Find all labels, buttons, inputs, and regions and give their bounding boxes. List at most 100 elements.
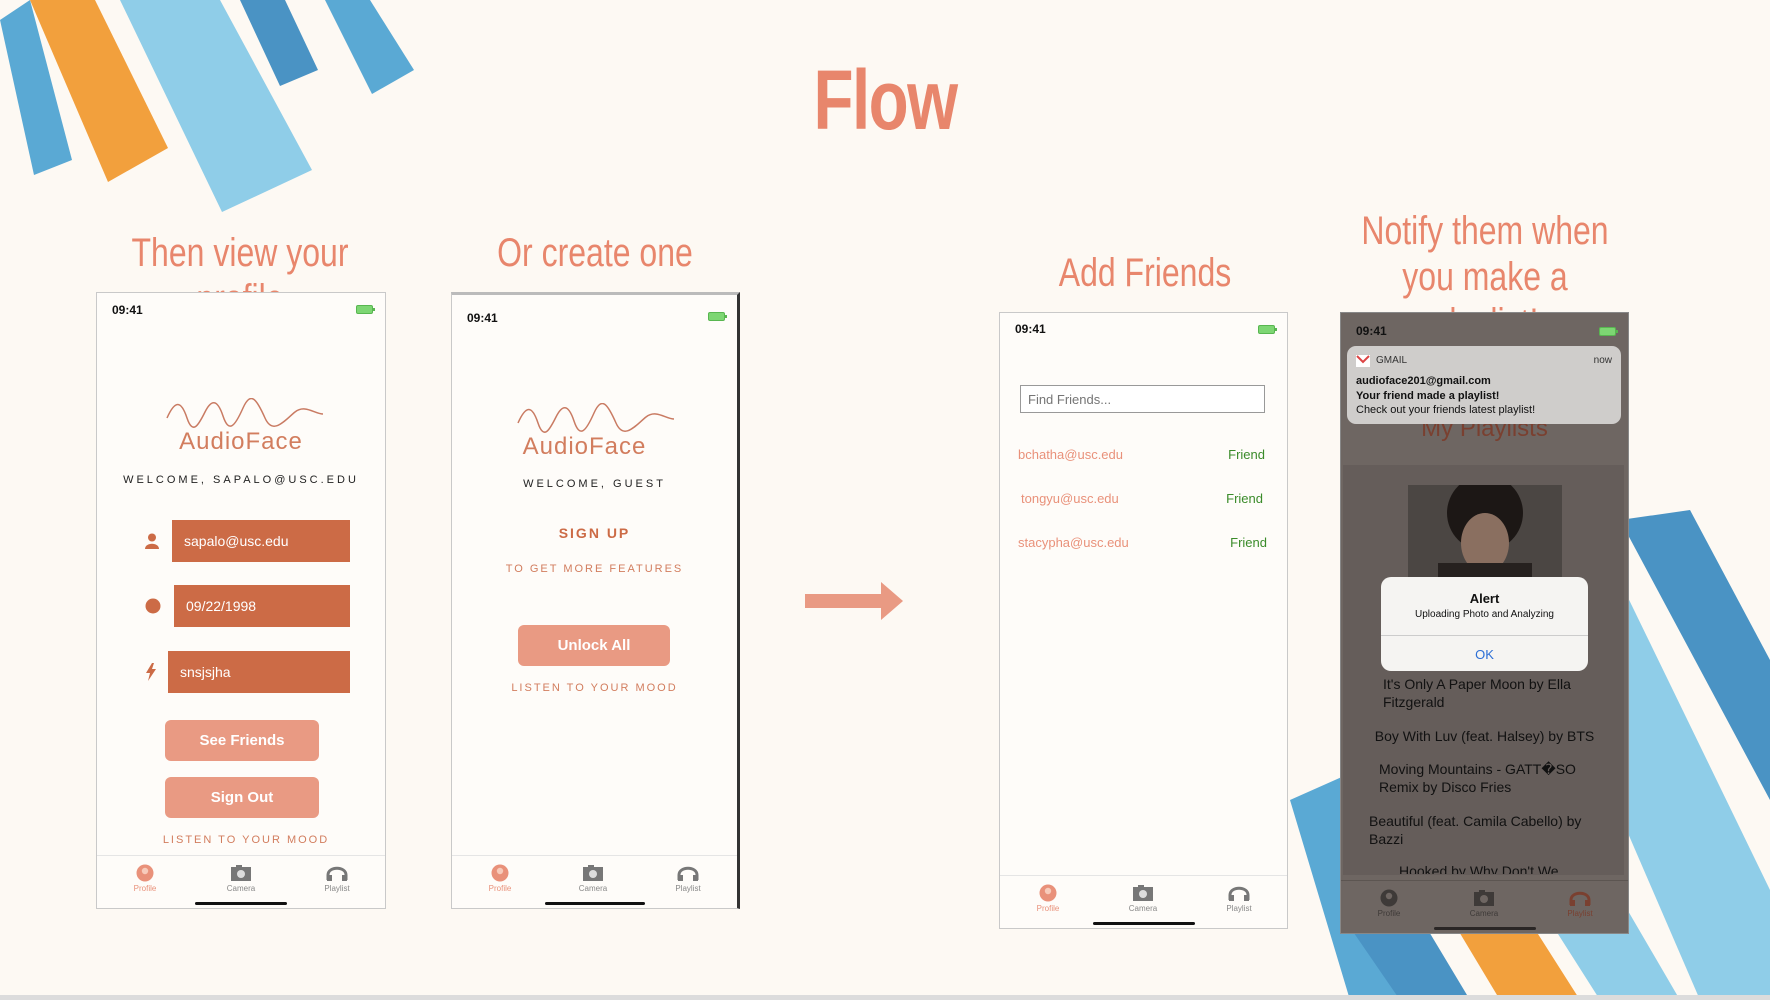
headphones-tab-icon bbox=[677, 866, 699, 881]
song-item[interactable]: Hooked by Why Don't We bbox=[1399, 862, 1606, 874]
waveform-logo-icon bbox=[517, 403, 675, 433]
friend-row[interactable]: tongyu@usc.edu Friend bbox=[1021, 491, 1263, 506]
tab-profile-label: Profile bbox=[488, 884, 512, 893]
unlock-all-button[interactable]: Unlock All bbox=[518, 625, 670, 666]
sign-up-link[interactable]: SIGN UP bbox=[452, 525, 737, 541]
tab-bar: Profile Camera Playlist bbox=[97, 855, 385, 908]
tab-camera[interactable]: Camera bbox=[1454, 889, 1514, 918]
song-item[interactable]: Boy With Luv (feat. Halsey) by BTS bbox=[1363, 727, 1606, 745]
status-time: 09:41 bbox=[1356, 324, 1387, 338]
status-time: 09:41 bbox=[1015, 322, 1046, 336]
friend-status: Friend bbox=[1230, 535, 1267, 550]
phone-guest-screen: 09:41 AudioFace WELCOME, GUEST SIGN UP T… bbox=[451, 292, 740, 909]
headphones-tab-icon bbox=[1228, 886, 1250, 901]
tab-camera[interactable]: Camera bbox=[211, 864, 271, 893]
friend-email: tongyu@usc.edu bbox=[1021, 491, 1119, 506]
phone-profile-screen: 09:41 AudioFace WELCOME, SAPALO@USC.EDU … bbox=[96, 292, 386, 909]
tab-playlist[interactable]: Playlist bbox=[1209, 884, 1269, 913]
user-icon bbox=[145, 533, 159, 549]
tab-profile[interactable]: Profile bbox=[470, 864, 530, 893]
friend-row[interactable]: stacypha@usc.edu Friend bbox=[1018, 535, 1267, 550]
home-indicator bbox=[544, 902, 645, 905]
welcome-text: WELCOME, SAPALO@USC.EDU bbox=[123, 474, 359, 486]
tab-playlist[interactable]: Playlist bbox=[658, 864, 718, 893]
alert-ok-button[interactable]: OK bbox=[1381, 647, 1588, 662]
camera-tab-icon bbox=[583, 865, 603, 881]
profile-tab-icon bbox=[1039, 884, 1057, 902]
tab-profile[interactable]: Profile bbox=[1359, 889, 1419, 918]
tab-camera[interactable]: Camera bbox=[563, 864, 623, 893]
tab-playlist[interactable]: Playlist bbox=[1550, 889, 1610, 918]
tab-bar: Profile Camera Playlist bbox=[1000, 875, 1287, 928]
tab-profile[interactable]: Profile bbox=[115, 864, 175, 893]
tab-profile-label: Profile bbox=[133, 884, 157, 893]
gmail-icon bbox=[1356, 355, 1370, 367]
caption-friends: Add Friends bbox=[1058, 251, 1232, 295]
sign-out-button[interactable]: Sign Out bbox=[165, 777, 319, 818]
waveform-logo-icon bbox=[166, 398, 324, 428]
tagline: LISTEN TO YOUR MOOD bbox=[511, 682, 678, 694]
see-friends-button[interactable]: See Friends bbox=[165, 720, 319, 761]
phone-playlist-screen: 09:41 My Playlists It's Only A Paper Moo… bbox=[1340, 312, 1629, 934]
caption-create: Or create one bbox=[497, 231, 693, 275]
welcome-text: WELCOME, GUEST bbox=[523, 478, 666, 490]
find-friends-input[interactable] bbox=[1020, 385, 1265, 413]
friend-row[interactable]: bchatha@usc.edu Friend bbox=[1018, 447, 1265, 462]
bottom-rule bbox=[0, 995, 1770, 1000]
brand-name: AudioFace bbox=[179, 428, 303, 455]
tab-camera-label: Camera bbox=[578, 884, 608, 893]
tab-profile[interactable]: Profile bbox=[1018, 884, 1078, 913]
alert-dialog: Alert Uploading Photo and Analyzing OK bbox=[1381, 577, 1588, 671]
bolt-icon bbox=[146, 663, 156, 681]
alert-message: Uploading Photo and Analyzing bbox=[1415, 609, 1554, 620]
battery-icon bbox=[708, 312, 727, 321]
battery-icon bbox=[356, 305, 375, 314]
page-title: Flow bbox=[813, 53, 959, 147]
tab-playlist-label: Playlist bbox=[675, 884, 701, 893]
profile-tab-icon bbox=[136, 864, 154, 882]
brand-name: AudioFace bbox=[522, 433, 647, 460]
friend-email: stacypha@usc.edu bbox=[1018, 535, 1129, 550]
password-field[interactable]: snsjsjha bbox=[168, 651, 350, 693]
home-indicator bbox=[1092, 922, 1195, 925]
phone-friends-screen: 09:41 bchatha@usc.edu Friend tongyu@usc.… bbox=[999, 312, 1288, 929]
profile-tab-icon bbox=[1380, 889, 1398, 907]
notification-title: Your friend made a playlist! bbox=[1356, 390, 1500, 402]
tab-camera[interactable]: Camera bbox=[1113, 884, 1173, 913]
tab-playlist-label: Playlist bbox=[1567, 909, 1593, 918]
tab-camera-label: Camera bbox=[226, 884, 256, 893]
friend-status: Friend bbox=[1228, 447, 1265, 462]
tab-profile-label: Profile bbox=[1036, 904, 1060, 913]
friend-status: Friend bbox=[1226, 491, 1263, 506]
birthday-dot-icon bbox=[145, 598, 161, 614]
headphones-tab-icon bbox=[326, 866, 348, 881]
camera-tab-icon bbox=[1474, 890, 1494, 906]
tab-bar: Profile Camera Playlist bbox=[452, 855, 737, 908]
caption-notify-line1: Notify them when bbox=[1361, 209, 1609, 253]
headphones-tab-icon bbox=[1569, 891, 1591, 906]
tab-camera-label: Camera bbox=[1469, 909, 1499, 918]
battery-icon bbox=[1599, 327, 1618, 336]
home-indicator bbox=[1433, 927, 1536, 930]
alert-divider bbox=[1381, 635, 1588, 636]
friend-email: bchatha@usc.edu bbox=[1018, 447, 1123, 462]
song-item[interactable]: Moving Mountains - GATT�SO Remix by Disc… bbox=[1379, 760, 1606, 796]
song-item[interactable]: It's Only A Paper Moon by Ella Fitzgeral… bbox=[1383, 675, 1606, 711]
subtitle-text: TO GET MORE FEATURES bbox=[505, 563, 684, 575]
notification-app: GMAIL bbox=[1376, 355, 1408, 366]
camera-tab-icon bbox=[231, 865, 251, 881]
status-time: 09:41 bbox=[467, 311, 498, 325]
notification-banner[interactable]: GMAIL now audioface201@gmail.com Your fr… bbox=[1347, 346, 1621, 424]
notification-time: now bbox=[1593, 355, 1612, 366]
notification-sender: audioface201@gmail.com bbox=[1356, 375, 1491, 387]
home-indicator bbox=[195, 902, 287, 905]
tab-playlist-label: Playlist bbox=[324, 884, 350, 893]
tab-camera-label: Camera bbox=[1128, 904, 1158, 913]
battery-icon bbox=[1258, 325, 1277, 334]
song-item[interactable]: Beautiful (feat. Camila Cabello) by Bazz… bbox=[1369, 812, 1606, 848]
tab-profile-label: Profile bbox=[1377, 909, 1401, 918]
email-field[interactable]: sapalo@usc.edu bbox=[172, 520, 350, 562]
birthdate-field[interactable]: 09/22/1998 bbox=[174, 585, 350, 627]
profile-tab-icon bbox=[491, 864, 509, 882]
tab-playlist[interactable]: Playlist bbox=[307, 864, 367, 893]
